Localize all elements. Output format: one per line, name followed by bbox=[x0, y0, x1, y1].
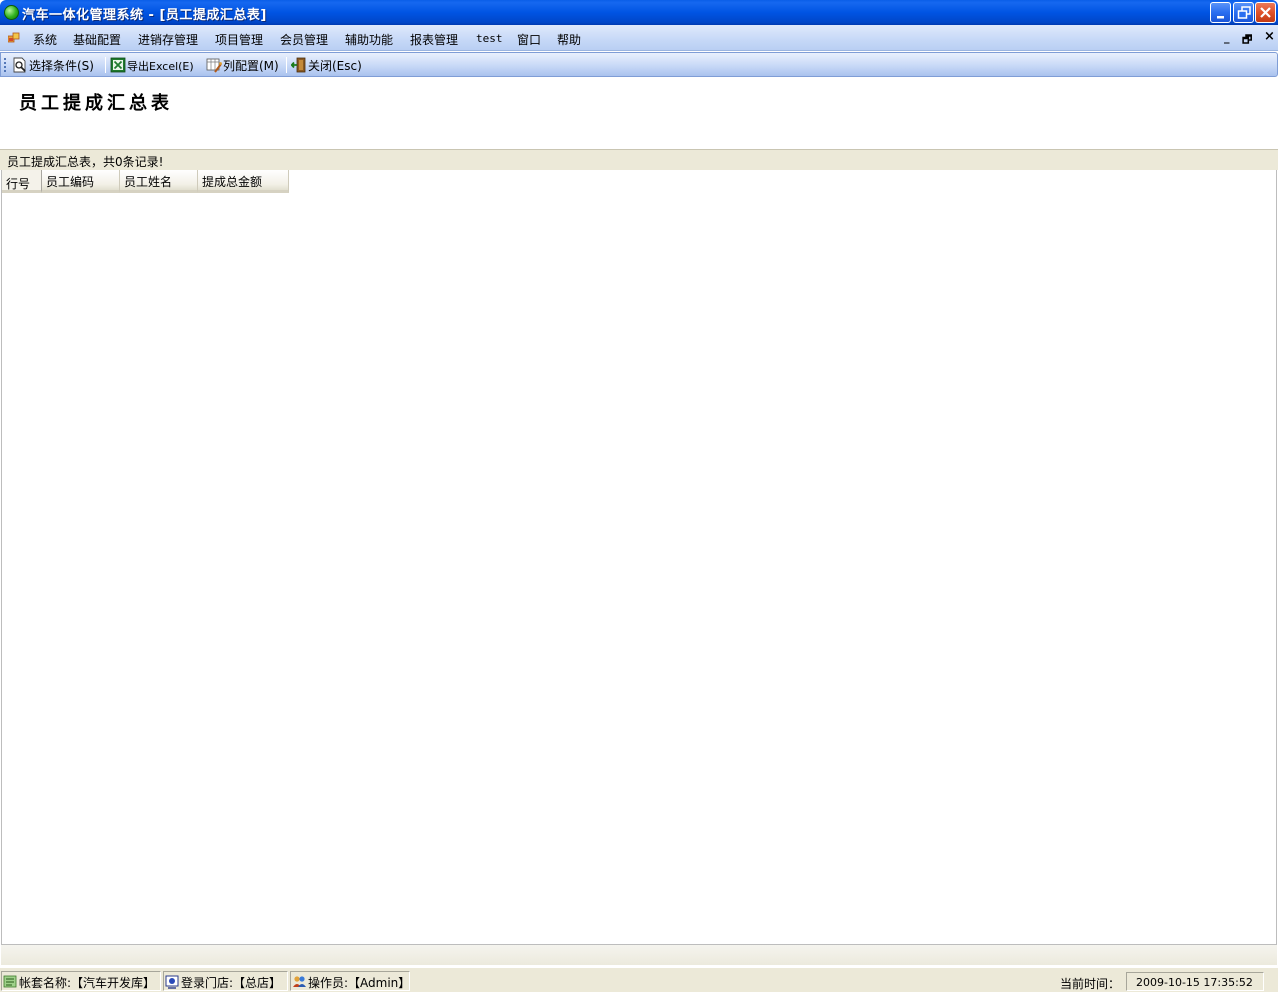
status-account-text: 帐套名称:【汽车开发库】 bbox=[19, 976, 156, 990]
select-conditions-button[interactable]: 选择条件(S) bbox=[12, 56, 100, 74]
column-header-employee-name[interactable]: 员工姓名 bbox=[120, 170, 198, 193]
mdi-restore-button[interactable]: 🗗 bbox=[1242, 31, 1252, 50]
users-icon bbox=[293, 976, 306, 987]
menu-window[interactable]: 窗口 bbox=[517, 31, 541, 48]
report-title: 员工提成汇总表 bbox=[19, 93, 173, 114]
toolbar: 选择条件(S) 导出Excel(E) 列配置(M) 关闭(Esc) bbox=[0, 52, 1278, 77]
exit-door-icon bbox=[291, 57, 306, 73]
mdi-minimize-button[interactable]: _ bbox=[1224, 31, 1230, 44]
menu-project[interactable]: 项目管理 bbox=[215, 31, 263, 48]
close-report-button[interactable]: 关闭(Esc) bbox=[291, 56, 369, 74]
toolbar-grip[interactable] bbox=[4, 57, 6, 72]
status-operator-panel: 操作员:【Admin】 bbox=[290, 971, 410, 991]
column-header-label: 行号 bbox=[6, 177, 31, 191]
column-header-employee-code[interactable]: 员工编码 bbox=[42, 170, 120, 193]
menu-bar: 系统 基础配置 进销存管理 项目管理 会员管理 辅助功能 报表管理 test 窗… bbox=[0, 25, 1278, 51]
export-excel-label: 导出Excel(E) bbox=[127, 60, 194, 73]
restore-icon bbox=[1237, 6, 1251, 19]
column-header-label: 提成总金额 bbox=[202, 175, 263, 189]
column-settings-icon bbox=[206, 58, 222, 73]
horizontal-scrollbar[interactable] bbox=[1, 944, 1277, 965]
menu-report[interactable]: 报表管理 bbox=[410, 31, 458, 48]
close-window-button[interactable] bbox=[1255, 2, 1276, 23]
status-account-panel: 帐套名称:【汽车开发库】 bbox=[1, 971, 161, 991]
mdi-close-button[interactable]: × bbox=[1264, 29, 1275, 44]
status-store-text: 登录门店:【总店】 bbox=[181, 976, 282, 990]
app-globe-icon bbox=[4, 5, 19, 20]
menu-test[interactable]: test bbox=[476, 32, 503, 45]
close-icon bbox=[1260, 7, 1271, 18]
menu-base-config[interactable]: 基础配置 bbox=[73, 31, 121, 48]
menu-member[interactable]: 会员管理 bbox=[280, 31, 328, 48]
column-config-label: 列配置(M) bbox=[223, 59, 279, 73]
column-header-label: 员工编码 bbox=[46, 175, 95, 189]
column-header-row-number[interactable]: 行号 bbox=[2, 170, 42, 193]
menu-system[interactable]: 系统 bbox=[33, 31, 57, 48]
account-book-icon bbox=[3, 975, 17, 988]
menu-aux[interactable]: 辅助功能 bbox=[345, 31, 393, 48]
record-summary-bar: 员工提成汇总表，共0条记录! bbox=[0, 149, 1278, 170]
export-excel-button[interactable]: 导出Excel(E) bbox=[110, 56, 202, 74]
select-conditions-label: 选择条件(S) bbox=[29, 59, 94, 73]
status-store-panel: 登录门店:【总店】 bbox=[163, 971, 288, 991]
grid-header: 行号 员工编码 员工姓名 提成总金额 bbox=[2, 170, 289, 193]
mdi-child-icon[interactable] bbox=[8, 32, 20, 44]
window-title: 汽车一体化管理系统 - [员工提成汇总表] bbox=[22, 8, 267, 23]
toolbar-separator-2 bbox=[286, 57, 287, 73]
status-operator-text: 操作员:【Admin】 bbox=[308, 976, 411, 990]
menu-help[interactable]: 帮助 bbox=[557, 31, 581, 48]
menu-inventory[interactable]: 进销存管理 bbox=[138, 31, 198, 48]
close-report-label: 关闭(Esc) bbox=[308, 59, 362, 73]
current-time-label: 当前时间： bbox=[1060, 977, 1121, 991]
current-time-panel: 2009-10-15 17:35:52 bbox=[1126, 972, 1264, 991]
magnifier-page-icon bbox=[13, 57, 26, 73]
restore-button[interactable] bbox=[1233, 2, 1254, 23]
title-bar[interactable]: 汽车一体化管理系统 - [员工提成汇总表] bbox=[0, 0, 1278, 25]
store-login-icon bbox=[165, 975, 179, 989]
column-header-commission-total[interactable]: 提成总金额 bbox=[198, 170, 289, 193]
current-time-value: 2009-10-15 17:35:52 bbox=[1136, 976, 1253, 989]
minimize-icon bbox=[1217, 16, 1224, 19]
record-summary-text: 员工提成汇总表，共0条记录! bbox=[7, 155, 164, 169]
column-config-button[interactable]: 列配置(M) bbox=[206, 56, 282, 74]
toolbar-separator bbox=[105, 57, 106, 73]
minimize-button[interactable] bbox=[1210, 2, 1231, 23]
status-bar: 帐套名称:【汽车开发库】 登录门店:【总店】 操作员:【Admin】 当前时间：… bbox=[0, 967, 1278, 992]
data-grid[interactable]: 行号 员工编码 员工姓名 提成总金额 bbox=[1, 170, 1277, 945]
column-header-label: 员工姓名 bbox=[124, 175, 173, 189]
excel-icon bbox=[110, 57, 126, 73]
